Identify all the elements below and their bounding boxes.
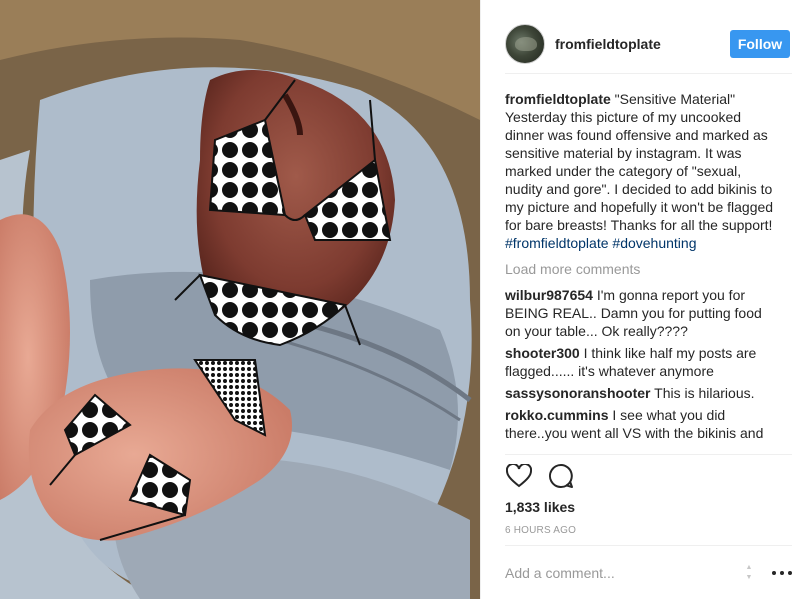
comment-bubble-icon[interactable] [547,462,575,490]
comment-username[interactable]: rokko.cummins [505,407,608,423]
more-options-icon[interactable] [772,568,792,578]
comment-username[interactable]: wilbur987654 [505,287,593,303]
post-header: fromfieldtoplate Follow [505,14,792,74]
post-photo[interactable] [0,0,480,599]
caption-text: "Sensitive Material" Yesterday this pict… [505,91,774,233]
follow-button[interactable]: Follow [730,29,790,58]
heart-icon[interactable] [505,462,533,490]
comment-username[interactable]: shooter300 [505,345,580,361]
comment-item: shooter300 I think like half my posts ar… [505,344,776,380]
comment-text: This is hilarious. [654,385,755,401]
post-side-panel: fromfieldtoplate Follow fromfieldtoplate… [480,0,797,599]
comment-username[interactable]: sassysonoranshooter [505,385,651,401]
comments-list[interactable]: fromfieldtoplate "Sensitive Material" Ye… [505,90,776,452]
resize-handle-icon[interactable]: ▲ ▼ [744,564,754,582]
avatar[interactable] [505,23,545,64]
hashtag-link[interactable]: #dovehunting [612,235,696,251]
comment-item: rokko.cummins I see what you did there..… [505,406,776,442]
username[interactable]: fromfieldtoplate [555,36,730,52]
comment-item: sassysonoranshooter This is hilarious. [505,384,776,402]
add-comment-input[interactable] [505,557,744,588]
divider [505,454,792,455]
post-timestamp[interactable]: 6 HOURS AGO [505,525,576,536]
likes-count[interactable]: 1,833 likes [505,499,575,515]
caption: fromfieldtoplate "Sensitive Material" Ye… [505,90,776,252]
caption-username[interactable]: fromfieldtoplate [505,91,611,107]
post-image [0,0,480,599]
comment-item: wilbur987654 I'm gonna report you for BE… [505,286,776,340]
action-bar [505,462,575,490]
hashtag-link[interactable]: #fromfieldtoplate [505,235,609,251]
load-more-comments-link[interactable]: Load more comments [505,260,776,278]
add-comment-bar: ▲▼ [505,545,792,599]
